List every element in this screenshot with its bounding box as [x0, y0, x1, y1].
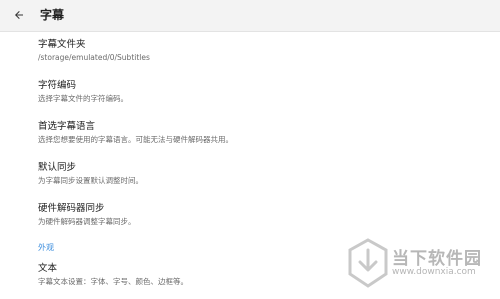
- pref-summary: 为硬件解码器调整字幕同步。: [38, 217, 136, 226]
- downxia-logo-icon: [348, 238, 388, 288]
- watermark: 当下软件园 www.downxia.com: [340, 238, 500, 299]
- app-bar: 字幕: [0, 0, 500, 32]
- pref-title: 字符编码: [38, 80, 77, 91]
- pref-summary: 选择字幕文件的字符编码。: [38, 94, 128, 103]
- back-button[interactable]: [9, 5, 29, 25]
- pref-title: 默认同步: [38, 162, 77, 173]
- pref-summary: /storage/emulated/0/Subtitles: [38, 53, 150, 62]
- pref-subtitle-folder[interactable]: 字幕文件夹 /storage/emulated/0/Subtitles: [38, 38, 478, 63]
- pref-summary: 为字幕同步设置默认调整时间。: [38, 176, 143, 185]
- pref-title: 硬件解码器同步: [38, 203, 105, 214]
- pref-hw-decoder-sync[interactable]: 硬件解码器同步 为硬件解码器调整字幕同步。: [38, 202, 478, 227]
- pref-title: 字幕文件夹: [38, 39, 86, 50]
- watermark-url: www.downxia.com: [392, 267, 476, 277]
- page-title: 字幕: [40, 8, 65, 22]
- watermark-text: 当下软件园: [392, 249, 482, 269]
- category-appearance: 外观: [38, 243, 54, 252]
- pref-character-encoding[interactable]: 字符编码 选择字幕文件的字符编码。: [38, 79, 478, 104]
- arrow-back-icon: [15, 11, 23, 19]
- pref-preferred-language[interactable]: 首选字幕语言 选择您想要使用的字幕语言。可能无法与硬件解码器共用。: [38, 120, 478, 145]
- pref-default-sync[interactable]: 默认同步 为字幕同步设置默认调整时间。: [38, 161, 478, 186]
- pref-summary: 选择您想要使用的字幕语言。可能无法与硬件解码器共用。: [38, 135, 233, 144]
- pref-title: 首选字幕语言: [38, 121, 96, 132]
